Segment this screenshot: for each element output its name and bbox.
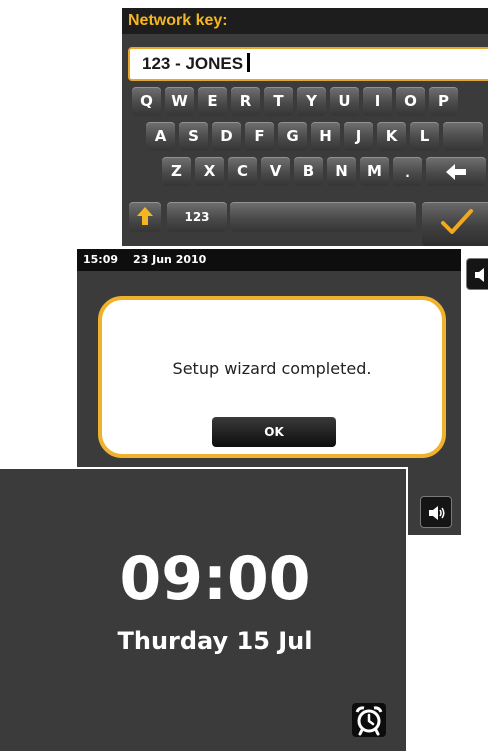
key-i[interactable]: I (363, 87, 392, 116)
ok-button[interactable]: OK (212, 417, 336, 447)
volume-button[interactable] (466, 258, 488, 290)
volume-button[interactable] (420, 496, 452, 528)
key-blank[interactable] (443, 122, 483, 151)
key-y[interactable]: Y (297, 87, 326, 116)
key-u[interactable]: U (330, 87, 359, 116)
speaker-icon (429, 506, 445, 520)
left-arrow-icon (446, 163, 466, 180)
clock-time: 09:00 (119, 544, 311, 614)
alarm-clock-icon (355, 706, 383, 736)
key-q[interactable]: Q (132, 87, 161, 116)
key-h[interactable]: H (311, 122, 340, 151)
key-c[interactable]: C (228, 157, 257, 186)
clock-date: Thurday 15 Jul (117, 627, 313, 655)
key-k[interactable]: K (377, 122, 406, 151)
checkmark-icon (441, 209, 473, 234)
key-l[interactable]: L (410, 122, 439, 151)
key-period[interactable]: . (393, 157, 422, 186)
status-bar: 15:09 23 Jun 2010 (77, 249, 461, 271)
key-e[interactable]: E (198, 87, 227, 116)
confirm-key[interactable] (422, 202, 488, 246)
key-s[interactable]: S (179, 122, 208, 151)
numeric-mode-key[interactable]: 123 (167, 202, 227, 232)
network-key-input[interactable]: 123 - JONES (128, 47, 488, 81)
status-date: 23 Jun 2010 (133, 253, 207, 266)
key-g[interactable]: G (278, 122, 307, 151)
key-t[interactable]: T (264, 87, 293, 116)
dialog-message: Setup wizard completed. (172, 359, 372, 378)
speaker-icon (475, 268, 484, 282)
key-j[interactable]: J (344, 122, 373, 151)
key-w[interactable]: W (165, 87, 194, 116)
key-b[interactable]: B (294, 157, 323, 186)
key-d[interactable]: D (212, 122, 241, 151)
key-z[interactable]: Z (162, 157, 191, 186)
alarm-button[interactable] (352, 703, 386, 737)
backspace-key[interactable] (426, 157, 486, 186)
up-arrow-icon (137, 206, 153, 225)
key-n[interactable]: N (327, 157, 356, 186)
key-v[interactable]: V (261, 157, 290, 186)
shift-key[interactable] (129, 202, 161, 232)
key-p[interactable]: P (429, 87, 458, 116)
clock-screen: 09:00 Thurday 15 Jul (0, 467, 408, 751)
screen-title: Network key: (122, 8, 488, 34)
network-key-screen: Network key: 123 - JONES Q W E R T Y U I… (122, 8, 488, 246)
key-m[interactable]: M (360, 157, 389, 186)
key-x[interactable]: X (195, 157, 224, 186)
input-value: 123 - JONES (142, 54, 244, 73)
space-key[interactable] (230, 202, 416, 232)
key-a[interactable]: A (146, 122, 175, 151)
text-cursor (247, 53, 251, 72)
status-time: 15:09 (83, 253, 119, 266)
key-r[interactable]: R (231, 87, 260, 116)
key-o[interactable]: O (396, 87, 425, 116)
setup-complete-dialog: Setup wizard completed. OK (98, 296, 446, 458)
key-f[interactable]: F (245, 122, 274, 151)
